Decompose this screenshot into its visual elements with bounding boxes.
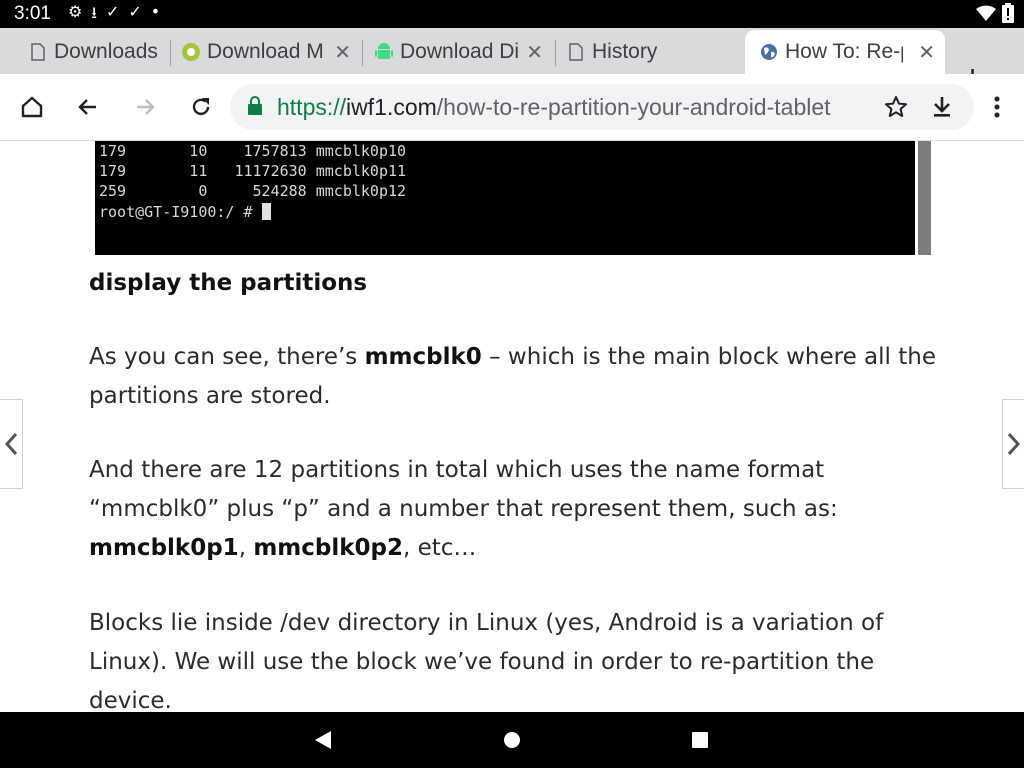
terminal-line: 179 10 1757813 mmcblk0p10 [99, 142, 407, 160]
tab-history[interactable]: History [548, 30, 743, 74]
nav-back-button[interactable] [312, 729, 334, 751]
bold-term: mmcblk0 [364, 344, 482, 370]
tab-downloads[interactable]: Downloads [10, 30, 170, 74]
text-run: As you can see, there’s [89, 344, 365, 370]
tab-how-to-repartition[interactable]: How To: Re-p ✕ [745, 30, 945, 74]
more-notifications-icon: • [150, 2, 161, 21]
globe-icon [759, 42, 779, 62]
star-icon [885, 96, 907, 117]
url-path: /how-to-re-partition-your-android-tablet [436, 94, 831, 120]
page-icon [28, 42, 48, 62]
paragraph-3: Blocks lie inside /dev directory in Linu… [89, 604, 949, 712]
bookmark-button[interactable] [881, 92, 911, 122]
tab-title: Download M [207, 40, 324, 63]
url-host: iwf1.com [346, 94, 437, 120]
reload-button[interactable] [186, 92, 216, 122]
download-page-button[interactable] [927, 92, 957, 122]
reload-icon [192, 98, 210, 116]
home-icon [21, 96, 43, 118]
download-done-icon: ✓ [105, 2, 120, 21]
url-scheme: https:// [277, 94, 347, 120]
bold-term: mmcblk0p2 [253, 535, 403, 561]
android-robot-icon [374, 42, 394, 62]
tab-title: History [592, 40, 658, 63]
terminal-prompt-line: root@GT-I9100:/ # [99, 202, 271, 222]
chevron-right-icon [1007, 432, 1021, 456]
url-text[interactable]: https://iwf1.com/how-to-re-partition-you… [277, 94, 869, 121]
image-caption: display the partitions [89, 264, 949, 303]
terminal-line: 259 0 524288 mmcblk0p12 [99, 182, 407, 200]
terminal-scrollbar [918, 141, 931, 255]
download-icon [934, 97, 950, 117]
tab-title: How To: Re-p [785, 40, 903, 63]
terminal-line: 179 11 11172630 mmcblk0p11 [99, 162, 407, 180]
previous-page-button[interactable] [0, 399, 23, 489]
wifi-icon [976, 5, 996, 21]
download-done-icon: ✓ [128, 2, 142, 21]
tab-strip: Downloads Download M ✕ Download Di ✕ His… [0, 28, 1024, 94]
battery-alert-icon [1002, 3, 1014, 23]
paragraph-1: As you can see, there’s mmcblk0 – which … [89, 338, 949, 416]
recents-square-icon [692, 732, 708, 748]
close-tab-icon[interactable]: ✕ [334, 40, 351, 65]
browser-toolbar: https://iwf1.com/how-to-re-partition-you… [0, 74, 1024, 141]
terminal-prompt: root@GT-I9100:/ # [99, 203, 262, 221]
back-arrow-icon [78, 99, 96, 115]
back-triangle-icon [315, 731, 331, 749]
close-tab-icon[interactable]: ✕ [526, 40, 543, 65]
tab-download-di[interactable]: Download Di ✕ [356, 30, 553, 74]
close-tab-icon[interactable]: ✕ [918, 40, 935, 65]
bold-term: mmcblk0p1 [89, 535, 239, 561]
notification-icons: ⚙ ⭳ ✓ ✓ • [68, 2, 160, 29]
more-vert-icon [994, 96, 1000, 118]
next-page-button[interactable] [1002, 399, 1024, 489]
text-run: , etc… [403, 535, 477, 561]
lock-icon [248, 96, 262, 115]
back-button[interactable] [73, 92, 103, 122]
android-round-icon [181, 42, 201, 62]
system-status-icons [976, 3, 1014, 23]
address-bar[interactable]: https://iwf1.com/how-to-re-partition-you… [230, 84, 974, 130]
system-navigation-bar [0, 712, 1024, 768]
settings-gear-icon: ⚙ [68, 2, 83, 21]
terminal-cursor [261, 203, 271, 220]
status-bar: 3:01 ⚙ ⭳ ✓ ✓ • [0, 0, 1024, 28]
text-run: And there are 12 partitions in total whi… [89, 457, 838, 522]
tab-title: Downloads [54, 40, 158, 63]
menu-button[interactable] [982, 92, 1012, 122]
chevron-left-icon [4, 432, 18, 456]
home-button[interactable] [17, 92, 47, 122]
text-run: , [238, 535, 254, 561]
terminal-screenshot: 179 10 1757813 mmcblk0p10 179 11 1117263… [95, 141, 915, 255]
home-circle-icon [504, 732, 520, 748]
paragraph-text: Blocks lie inside /dev directory in Linu… [89, 610, 884, 712]
forward-button[interactable] [130, 92, 160, 122]
page-icon [566, 42, 586, 62]
tab-download-m[interactable]: Download M ✕ [163, 30, 361, 74]
nav-recents-button[interactable] [689, 729, 711, 751]
caption-text: display the partitions [89, 270, 368, 296]
download-icon: ⭳ [91, 3, 97, 22]
status-time: 3:01 [14, 3, 51, 24]
tab-title: Download Di [400, 40, 518, 63]
paragraph-2: And there are 12 partitions in total whi… [89, 451, 949, 568]
page-content[interactable]: 179 10 1757813 mmcblk0p10 179 11 1117263… [0, 141, 1024, 712]
forward-arrow-icon [137, 99, 155, 115]
nav-home-button[interactable] [501, 729, 523, 751]
